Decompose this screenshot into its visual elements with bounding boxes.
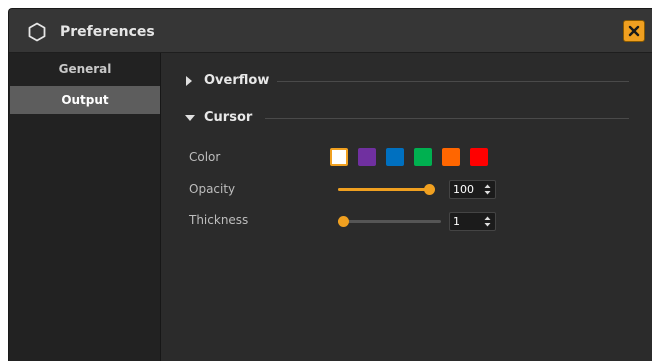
preferences-window: Preferences General Output Overflow Curs… — [8, 8, 652, 361]
sidebar: General Output — [9, 53, 161, 361]
color-swatch-blue[interactable] — [386, 148, 404, 166]
opacity-slider-thumb[interactable] — [424, 184, 435, 195]
thickness-value: 1 — [453, 215, 460, 228]
sidebar-item-label: Output — [61, 93, 109, 107]
spin-arrows-icon[interactable] — [484, 184, 491, 195]
sidebar-item-general[interactable]: General — [10, 55, 160, 83]
thickness-spinbox[interactable]: 1 — [449, 212, 496, 231]
spin-arrows-icon[interactable] — [484, 216, 491, 227]
opacity-spinbox[interactable]: 100 — [449, 180, 496, 199]
triangle-right-icon — [186, 76, 192, 86]
thickness-label: Thickness — [189, 213, 249, 227]
thickness-slider[interactable] — [338, 216, 441, 227]
color-swatch-red[interactable] — [470, 148, 488, 166]
color-swatch-white[interactable] — [330, 148, 348, 166]
color-label: Color — [189, 150, 221, 164]
section-cursor-label: Cursor — [204, 110, 253, 125]
close-icon — [628, 25, 640, 37]
settings-panel: Overflow Cursor Color Opacity 100 Thickn… — [161, 53, 652, 361]
triangle-down-icon — [185, 115, 195, 121]
section-cursor-header[interactable]: Cursor — [185, 109, 265, 127]
sidebar-item-label: General — [58, 62, 112, 76]
sidebar-item-output[interactable]: Output — [10, 86, 160, 114]
section-divider — [265, 118, 629, 119]
section-overflow-header[interactable]: Overflow — [185, 72, 277, 90]
section-divider — [277, 81, 629, 82]
section-overflow-label: Overflow — [204, 73, 270, 88]
opacity-slider[interactable] — [338, 184, 435, 195]
thickness-slider-thumb[interactable] — [338, 216, 349, 227]
opacity-label: Opacity — [189, 182, 236, 196]
close-button[interactable] — [623, 20, 645, 42]
opacity-slider-fill — [338, 188, 430, 191]
color-swatch-purple[interactable] — [358, 148, 376, 166]
color-swatch-green[interactable] — [414, 148, 432, 166]
hexagon-icon — [28, 22, 46, 42]
opacity-value: 100 — [453, 183, 474, 196]
window-title: Preferences — [60, 24, 155, 40]
title-bar[interactable]: Preferences — [9, 9, 652, 53]
color-swatch-orange[interactable] — [442, 148, 460, 166]
